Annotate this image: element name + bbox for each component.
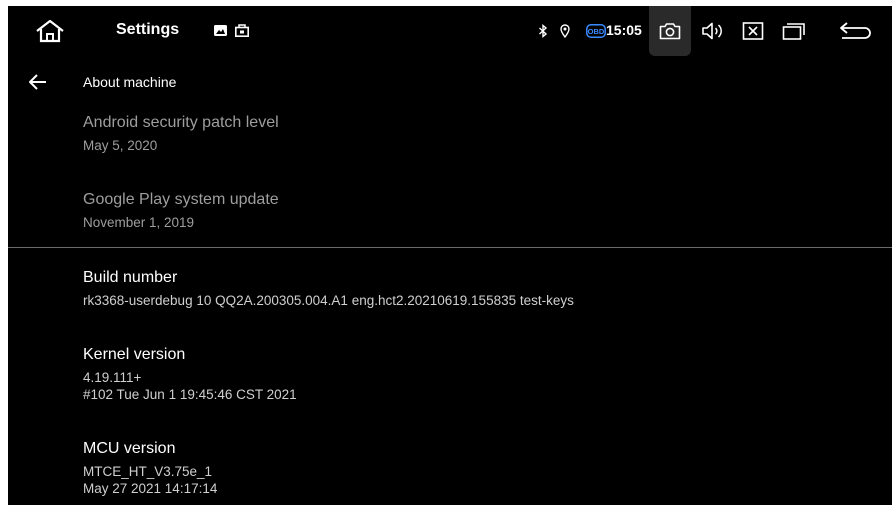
page-header: About machine xyxy=(8,66,892,98)
back-button[interactable] xyxy=(24,68,52,96)
list-item-title: MCU version xyxy=(83,440,176,457)
screenshot-button[interactable] xyxy=(649,6,691,56)
page-title: About machine xyxy=(83,74,177,90)
recent-apps-button[interactable] xyxy=(777,16,811,46)
list-item-title: Google Play system update xyxy=(83,191,279,208)
list-item-subtitle: rk3368-userdebug 10 QQ2A.200305.004.A1 e… xyxy=(83,293,574,308)
list-item-kernel-version[interactable]: Kernel version 4.19.111+ #102 Tue Jun 1 … xyxy=(83,345,863,403)
back-arrow-icon xyxy=(29,74,46,90)
divider xyxy=(8,247,892,248)
list-item-subtitle: MTCE_HT_V3.75e_1 May 27 2021 14:17:14 xyxy=(83,464,218,496)
list-item-mcu-version[interactable]: MCU version MTCE_HT_V3.75e_1 May 27 2021… xyxy=(83,439,863,497)
home-button[interactable] xyxy=(30,14,70,48)
list-item-build-number[interactable]: Build number rk3368-userdebug 10 QQ2A.20… xyxy=(83,268,863,309)
home-icon xyxy=(36,19,64,43)
briefcase-icon xyxy=(234,22,250,38)
list-item-subtitle: May 5, 2020 xyxy=(83,138,158,153)
app-title: Settings xyxy=(116,21,180,38)
system-back-button[interactable] xyxy=(836,16,876,46)
list-item-title: Build number xyxy=(83,269,178,286)
obd-icon: OBD xyxy=(585,18,607,44)
bluetooth-icon xyxy=(536,18,550,44)
list-item-subtitle: 4.19.111+ #102 Tue Jun 1 19:45:46 CST 20… xyxy=(83,370,297,402)
close-box-icon xyxy=(742,22,764,40)
clock: 15:05 xyxy=(606,22,642,38)
list-item-security-patch: Android security patch level May 5, 2020 xyxy=(83,113,863,154)
status-bar: Settings OBD 15:05 xyxy=(8,6,892,56)
image-icon xyxy=(212,22,228,38)
camera-icon xyxy=(659,23,681,40)
back-return-icon xyxy=(840,22,871,39)
settings-screen: Settings OBD 15:05 About machine Android… xyxy=(8,6,892,505)
close-app-button[interactable] xyxy=(736,16,770,46)
list-item-title: Android security patch level xyxy=(83,114,279,131)
volume-icon xyxy=(702,22,722,40)
location-icon xyxy=(558,18,572,44)
obd-label: OBD xyxy=(588,27,605,36)
list-item-subtitle: November 1, 2019 xyxy=(83,215,195,230)
volume-button[interactable] xyxy=(696,16,730,46)
list-item-title: Kernel version xyxy=(83,346,186,363)
recent-apps-icon xyxy=(782,23,805,40)
list-item-google-play-update[interactable]: Google Play system update November 1, 20… xyxy=(83,190,863,231)
